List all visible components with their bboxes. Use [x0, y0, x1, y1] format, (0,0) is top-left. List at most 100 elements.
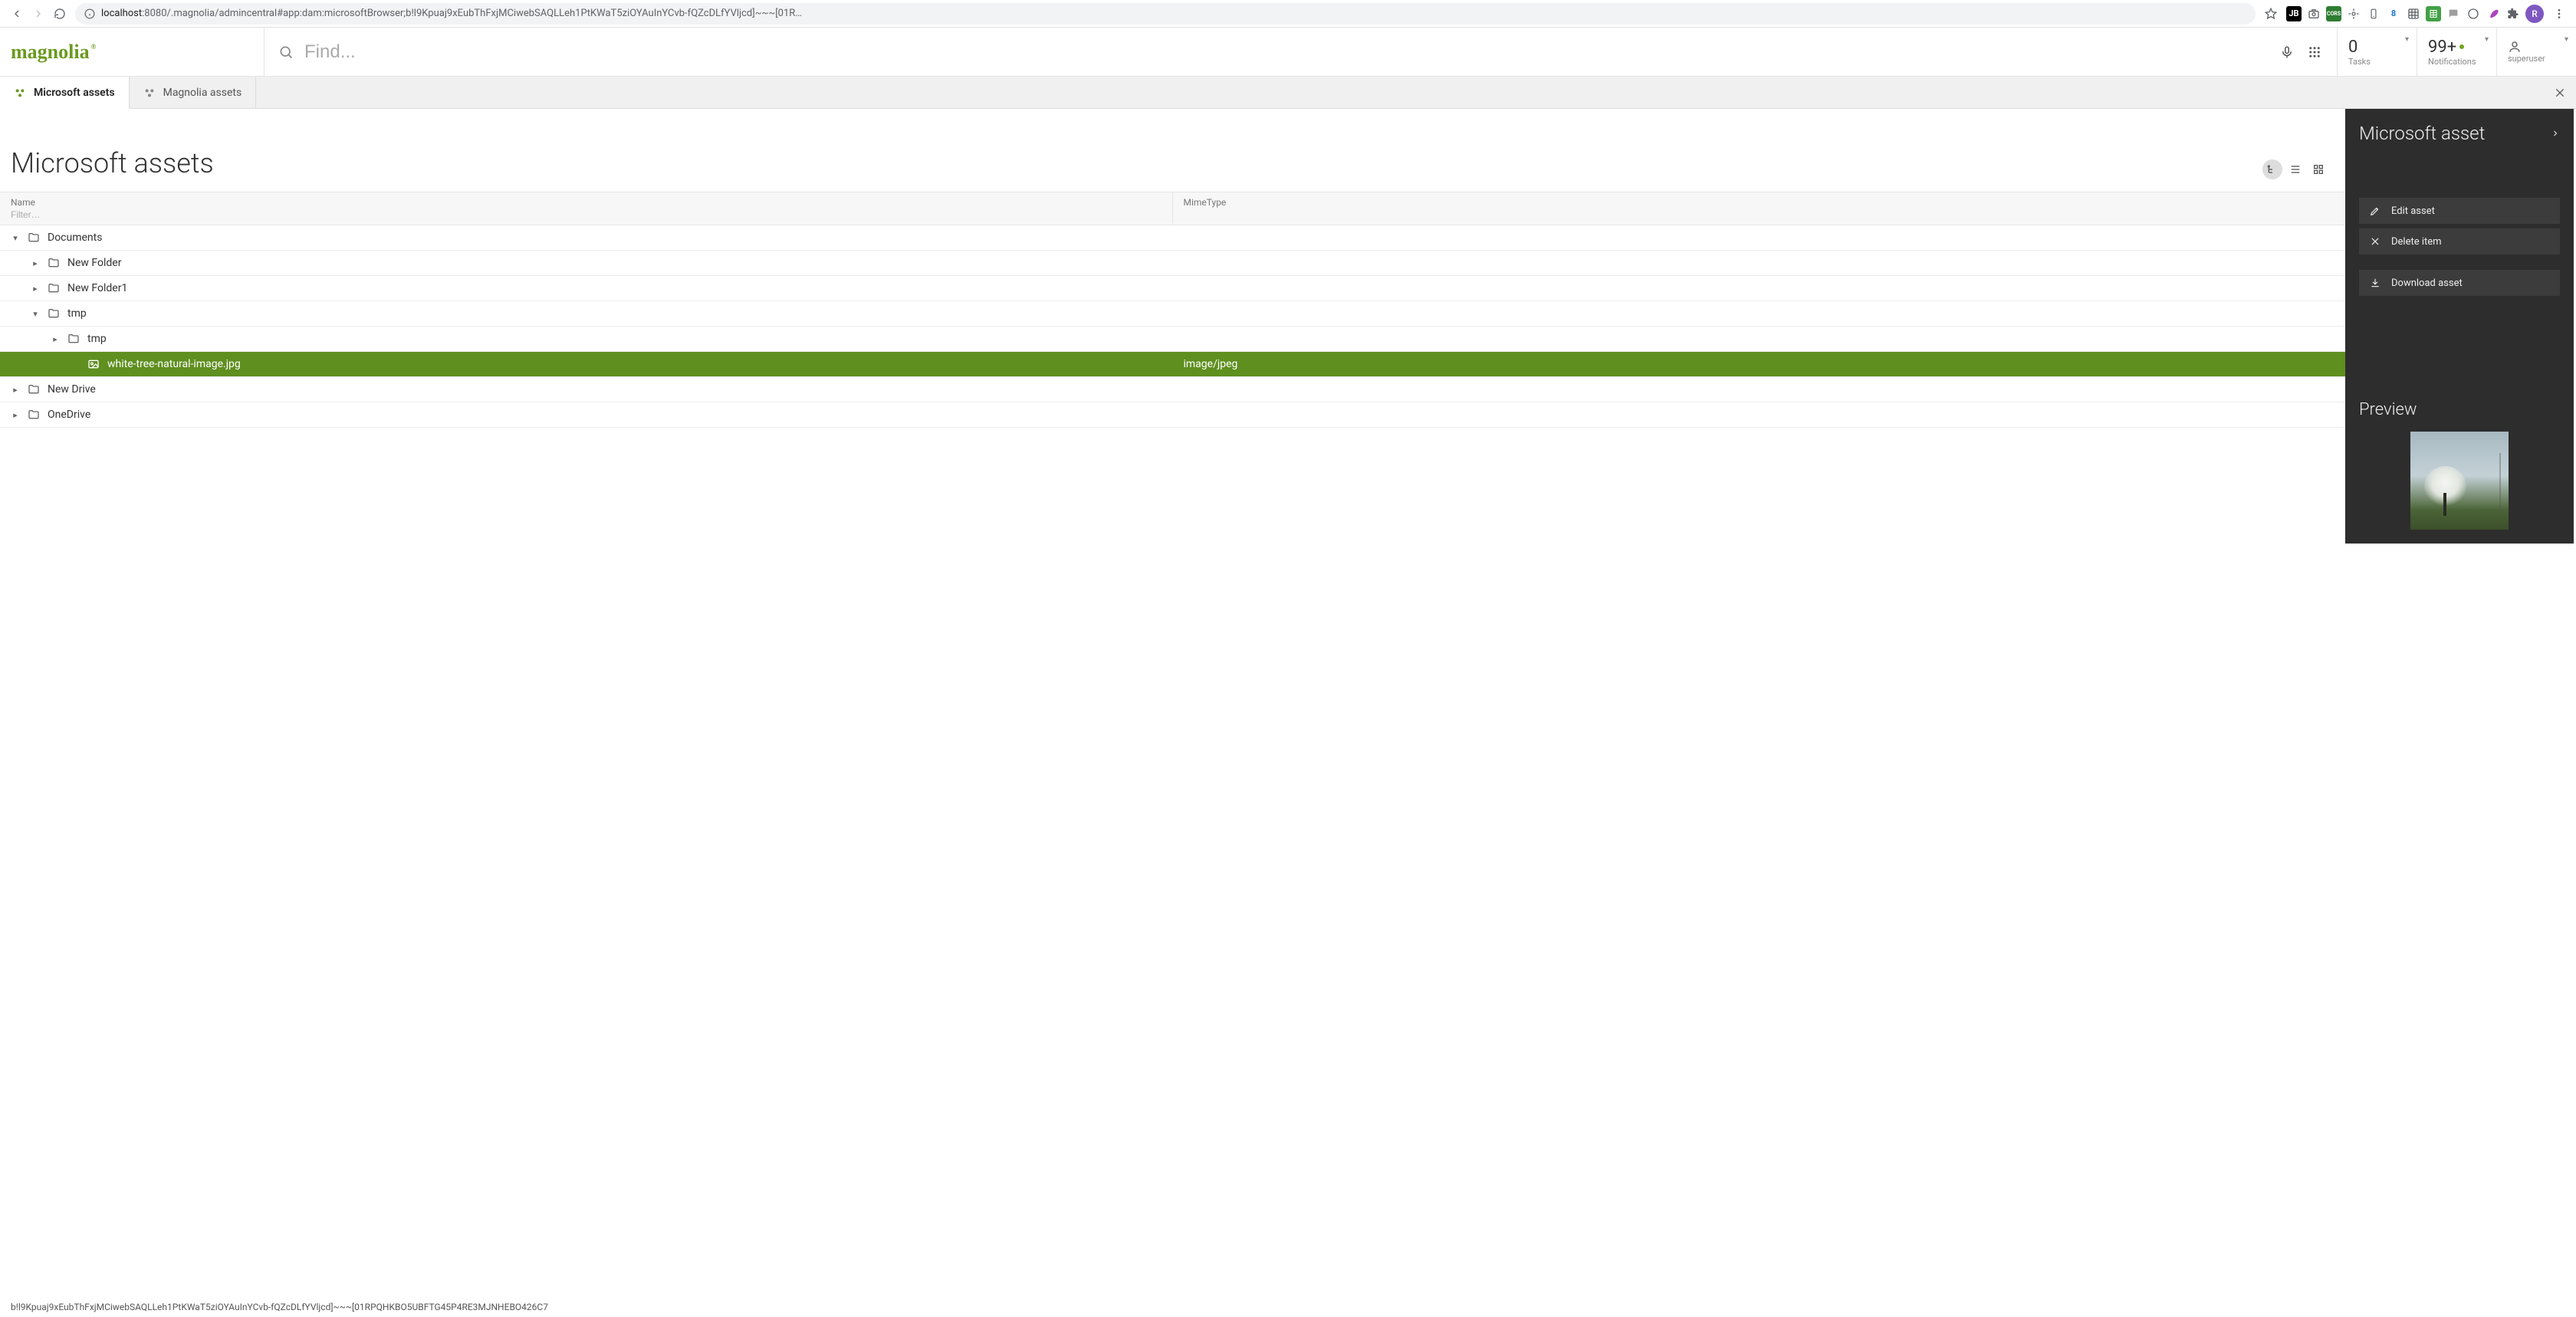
- extension-icons: JB CORS 8 R: [2282, 3, 2570, 25]
- expand-toggle-icon[interactable]: ▸: [51, 334, 60, 344]
- search-input[interactable]: [304, 41, 2268, 63]
- ext-icon-camera[interactable]: [2306, 6, 2321, 21]
- page-title-row: Microsoft assets: [0, 109, 2345, 192]
- folder-icon: [67, 333, 80, 345]
- main: Microsoft assets Name MimeType: [0, 109, 2576, 546]
- panel-title-row: Microsoft asset: [2359, 123, 2560, 144]
- url-path: :8080/.magnolia/admincentral#app:dam:mic…: [142, 8, 802, 19]
- ext-icon-loc[interactable]: [2346, 6, 2361, 21]
- preview-thumbnail[interactable]: [2410, 432, 2509, 530]
- ext-icon-feather[interactable]: [2486, 6, 2501, 21]
- expand-toggle-icon[interactable]: ▸: [31, 284, 40, 294]
- ext-icon-grid[interactable]: [2406, 6, 2421, 21]
- close-app-button[interactable]: [2544, 77, 2576, 108]
- pencil-icon: [2370, 205, 2380, 216]
- chevron-down-icon: ▾: [2564, 35, 2568, 44]
- app-tabs: Microsoft assets Magnolia assets: [0, 77, 2576, 109]
- column-name[interactable]: Name: [0, 192, 1173, 225]
- apps-grid-icon[interactable]: [2306, 44, 2323, 61]
- delete-item-label: Delete item: [2391, 236, 2442, 248]
- table-row[interactable]: ▾Documents: [0, 225, 2345, 251]
- logo[interactable]: magnolia: [0, 28, 264, 76]
- user-box[interactable]: superuser ▾: [2496, 28, 2576, 76]
- expand-toggle-icon[interactable]: ▸: [11, 385, 20, 395]
- tab-magnolia-assets[interactable]: Magnolia assets: [130, 77, 257, 108]
- detail-panel: Microsoft asset Edit asset Delete item D…: [2345, 109, 2574, 544]
- ext-icon-device[interactable]: [2366, 6, 2381, 21]
- name-filter-input[interactable]: [11, 209, 1162, 220]
- status-bar: b!l9Kpuaj9xEubThFxjMCiwebSAQLLeh1PtKWaT5…: [0, 1297, 2576, 1317]
- browser-chrome: localhost:8080/.magnolia/admincentral#ap…: [0, 0, 2576, 28]
- close-icon: [2370, 236, 2380, 247]
- edit-asset-button[interactable]: Edit asset: [2359, 198, 2560, 224]
- table-row[interactable]: ▸ OneDrive: [0, 402, 2345, 428]
- folder-icon: [28, 383, 40, 396]
- node-name: New Folder: [67, 257, 121, 269]
- tree-body: ▾Documents ▸ New Folder ▸New Folder1▾tmp ▸ tm…: [0, 225, 2345, 428]
- expand-toggle-icon[interactable]: ▸: [31, 258, 40, 268]
- url-bar[interactable]: localhost:8080/.magnolia/admincentral#ap…: [75, 3, 2256, 25]
- ext-icon-circle[interactable]: [2466, 6, 2481, 21]
- reload-button[interactable]: [49, 3, 71, 25]
- panel-expand-icon[interactable]: [2551, 129, 2560, 138]
- tab-microsoft-assets[interactable]: Microsoft assets: [0, 77, 130, 109]
- preview-title: Preview: [2359, 400, 2560, 419]
- table-row[interactable]: ▸New Folder1: [0, 276, 2345, 301]
- table-row[interactable]: ▸ tmp: [0, 327, 2345, 352]
- notifications-box[interactable]: 99+ Notifications ▾: [2417, 28, 2496, 76]
- user-label: superuser: [2508, 54, 2565, 64]
- column-mimetype[interactable]: MimeType: [1173, 192, 2346, 225]
- chevron-down-icon: ▾: [2485, 35, 2489, 44]
- notification-dot-icon: [2459, 44, 2464, 49]
- download-asset-button[interactable]: Download asset: [2359, 270, 2560, 296]
- bookmark-button[interactable]: [2260, 3, 2282, 25]
- folder-icon: [28, 409, 40, 421]
- search-cell: [264, 28, 2337, 76]
- tasks-count: 0: [2348, 38, 2406, 57]
- node-name: OneDrive: [48, 409, 90, 421]
- download-icon: [2370, 278, 2380, 288]
- page-title: Microsoft assets: [11, 147, 214, 179]
- table-row[interactable]: white-tree-natural-image.jpgimage/jpeg: [0, 352, 2345, 377]
- expand-toggle-icon[interactable]: ▾: [31, 309, 40, 319]
- tree-view-button[interactable]: [2262, 159, 2282, 179]
- mic-icon[interactable]: [2279, 44, 2295, 61]
- ext-icon-sheet[interactable]: [2426, 6, 2441, 21]
- profile-avatar[interactable]: R: [2525, 5, 2544, 23]
- site-info-icon[interactable]: [84, 8, 95, 19]
- delete-item-button[interactable]: Delete item: [2359, 228, 2560, 255]
- edit-asset-label: Edit asset: [2391, 205, 2435, 217]
- table-row[interactable]: ▸ New Drive: [0, 377, 2345, 402]
- folder-icon: [48, 307, 60, 320]
- browser-menu-button[interactable]: [2548, 3, 2570, 25]
- download-asset-label: Download asset: [2391, 278, 2463, 289]
- node-name: white-tree-natural-image.jpg: [107, 358, 241, 370]
- ext-icon-chat[interactable]: [2446, 6, 2461, 21]
- expand-toggle-icon[interactable]: ▾: [11, 233, 20, 243]
- image-icon: [87, 358, 100, 370]
- column-name-label: Name: [11, 197, 1162, 208]
- node-name: tmp: [87, 333, 107, 345]
- node-name: New Drive: [48, 383, 96, 396]
- tab-icon: [143, 87, 156, 99]
- folder-icon: [48, 257, 60, 269]
- tasks-box[interactable]: 0 Tasks ▾: [2337, 28, 2417, 76]
- table-header: Name MimeType: [0, 192, 2345, 225]
- grid-view-button[interactable]: [2308, 159, 2328, 179]
- view-toggles: [2262, 159, 2328, 179]
- ext-icon-8[interactable]: 8: [2386, 6, 2401, 21]
- search-icon: [278, 44, 294, 60]
- tab-label: Magnolia assets: [163, 87, 242, 99]
- column-mime-label: MimeType: [1184, 197, 2335, 208]
- user-icon: [2508, 40, 2565, 54]
- table-row[interactable]: ▸ New Folder: [0, 251, 2345, 276]
- table-row[interactable]: ▾tmp: [0, 301, 2345, 327]
- forward-button[interactable]: [28, 3, 49, 25]
- list-view-button[interactable]: [2285, 159, 2305, 179]
- back-button[interactable]: [6, 3, 28, 25]
- panel-title: Microsoft asset: [2359, 123, 2485, 144]
- ext-icon-jb[interactable]: JB: [2286, 6, 2302, 21]
- extensions-button[interactable]: [2505, 6, 2521, 21]
- ext-icon-cors[interactable]: CORS: [2326, 6, 2341, 21]
- expand-toggle-icon[interactable]: ▸: [11, 410, 20, 420]
